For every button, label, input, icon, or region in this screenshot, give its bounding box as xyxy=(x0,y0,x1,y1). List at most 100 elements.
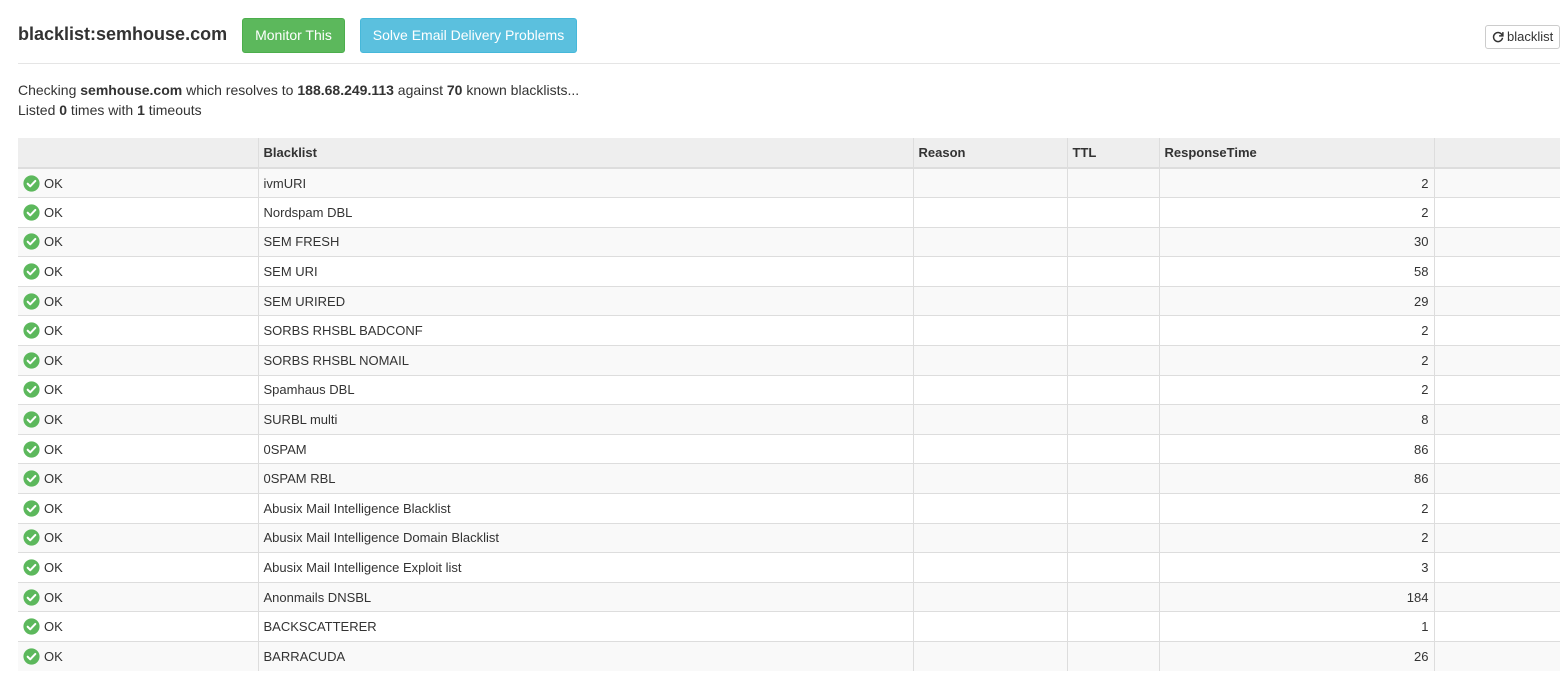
extra-cell xyxy=(1433,374,1560,405)
reason-cell xyxy=(912,611,1067,642)
extra-cell xyxy=(1433,493,1560,524)
ttl-cell xyxy=(1066,256,1159,287)
extra-cell xyxy=(1433,433,1560,464)
status-text: OK xyxy=(44,412,63,428)
column-header-ttl[interactable]: TTL xyxy=(1066,138,1159,169)
blacklist-name-cell: Abusix Mail Intelligence Blacklist xyxy=(257,493,913,524)
status-text: OK xyxy=(44,441,63,457)
table-row: OK Abusix Mail Intelligence Exploit list 3 xyxy=(18,552,1560,583)
check-circle-icon xyxy=(23,589,40,606)
table-row: OK Spamhaus DBL 2 xyxy=(18,374,1560,405)
blacklist-name-cell: BACKSCATTERER xyxy=(257,611,913,642)
column-header-reason[interactable]: Reason xyxy=(912,138,1067,169)
extra-cell xyxy=(1433,522,1560,553)
extra-cell xyxy=(1433,315,1560,346)
listed-line: Listed 0 times with 1 timeouts xyxy=(18,100,579,120)
response-time-cell: 8 xyxy=(1158,404,1434,435)
table-row: OK SORBS RHSBL BADCONF 2 xyxy=(18,315,1560,346)
response-time-cell: 2 xyxy=(1158,197,1434,228)
check-circle-icon xyxy=(23,381,40,399)
ttl-cell xyxy=(1066,522,1159,553)
check-circle-icon xyxy=(23,648,40,665)
ttl-cell xyxy=(1066,226,1159,257)
blacklist-name-cell: SEM FRESH xyxy=(257,226,913,257)
status-cell: OK xyxy=(18,285,258,316)
table-header-row: Blacklist Reason TTL ResponseTime xyxy=(18,138,1560,169)
resolved-ip: 188.68.249.113 xyxy=(297,82,394,98)
column-header-response-time[interactable]: ResponseTime xyxy=(1158,138,1434,169)
status-text: OK xyxy=(44,560,63,576)
ttl-cell xyxy=(1066,404,1159,435)
status-text: OK xyxy=(44,204,63,220)
reason-cell xyxy=(912,463,1067,494)
table-row: OK SEM FRESH 30 xyxy=(18,226,1560,257)
check-circle-icon xyxy=(23,559,40,576)
response-time-cell: 2 xyxy=(1158,167,1434,198)
check-circle-icon xyxy=(23,174,40,192)
status-cell: OK xyxy=(18,256,258,287)
status-cell: OK xyxy=(18,226,258,257)
table-row: OK Nordspam DBL 2 xyxy=(18,197,1560,228)
response-time-cell: 1 xyxy=(1158,611,1434,642)
refresh-icon xyxy=(1492,31,1504,43)
table-row: OK SEM URI 58 xyxy=(18,256,1560,287)
extra-cell xyxy=(1433,197,1560,228)
checking-prefix: Checking xyxy=(18,82,81,98)
check-circle-icon xyxy=(23,411,40,428)
ttl-cell xyxy=(1066,374,1159,405)
monitor-this-button[interactable]: Monitor This xyxy=(242,18,345,53)
response-time-cell: 184 xyxy=(1158,581,1434,612)
timeouts-count: 1 xyxy=(137,102,145,118)
ttl-cell xyxy=(1066,581,1159,612)
check-circle-icon xyxy=(23,618,40,635)
table-row: OK SURBL multi 8 xyxy=(18,404,1560,435)
check-circle-icon xyxy=(23,441,40,458)
status-cell: OK xyxy=(18,552,258,583)
status-text: OK xyxy=(44,530,63,546)
blacklist-name-cell: SURBL multi xyxy=(257,404,913,435)
check-circle-icon xyxy=(23,352,40,369)
status-cell: OK xyxy=(18,167,258,198)
response-time-cell: 3 xyxy=(1158,552,1434,583)
response-time-cell: 86 xyxy=(1158,463,1434,494)
status-cell: OK xyxy=(18,641,258,672)
solve-email-delivery-button[interactable]: Solve Email Delivery Problems xyxy=(360,18,577,53)
ttl-cell xyxy=(1066,463,1159,494)
status-text: OK xyxy=(44,500,63,516)
reason-cell xyxy=(912,197,1067,228)
known-count: 70 xyxy=(446,82,463,98)
checking-line: Checking semhouse.com which resolves to … xyxy=(18,80,579,100)
blacklist-name-cell: 0SPAM xyxy=(257,433,913,464)
blacklist-name-cell: 0SPAM RBL xyxy=(257,463,913,494)
ttl-cell xyxy=(1066,197,1159,228)
extra-cell xyxy=(1433,285,1560,316)
table-row: OK 0SPAM RBL 86 xyxy=(18,463,1560,494)
ttl-cell xyxy=(1066,611,1159,642)
column-header-blacklist[interactable]: Blacklist xyxy=(257,138,913,169)
status-cell: OK xyxy=(18,493,258,524)
table-row: OK SORBS RHSBL NOMAIL 2 xyxy=(18,345,1560,376)
column-header-status[interactable] xyxy=(18,138,258,169)
status-cell: OK xyxy=(18,345,258,376)
status-text: OK xyxy=(44,589,63,605)
blacklist-name-cell: SEM URI xyxy=(257,256,913,287)
reason-cell xyxy=(912,315,1067,346)
table-row: OK Anonmails DNSBL 184 xyxy=(18,581,1560,612)
table-row: OK Abusix Mail Intelligence Blacklist 2 xyxy=(18,493,1560,524)
reason-cell xyxy=(912,345,1067,376)
refresh-blacklist-button[interactable]: blacklist xyxy=(1485,25,1560,49)
extra-cell xyxy=(1433,611,1560,642)
ttl-cell xyxy=(1066,167,1159,198)
reason-cell xyxy=(912,641,1067,672)
response-time-cell: 26 xyxy=(1158,641,1434,672)
blacklist-name-cell: SORBS RHSBL NOMAIL xyxy=(257,345,913,376)
response-time-cell: 30 xyxy=(1158,226,1434,257)
response-time-cell: 2 xyxy=(1158,493,1434,524)
status-text: OK xyxy=(44,264,63,280)
ttl-cell xyxy=(1066,345,1159,376)
response-time-cell: 2 xyxy=(1158,315,1434,346)
status-text: OK xyxy=(44,471,63,487)
table-row: OK SEM URIRED 29 xyxy=(18,285,1560,316)
status-cell: OK xyxy=(18,433,258,464)
page-header: blacklist:semhouse.com Monitor This Solv… xyxy=(18,18,1560,64)
